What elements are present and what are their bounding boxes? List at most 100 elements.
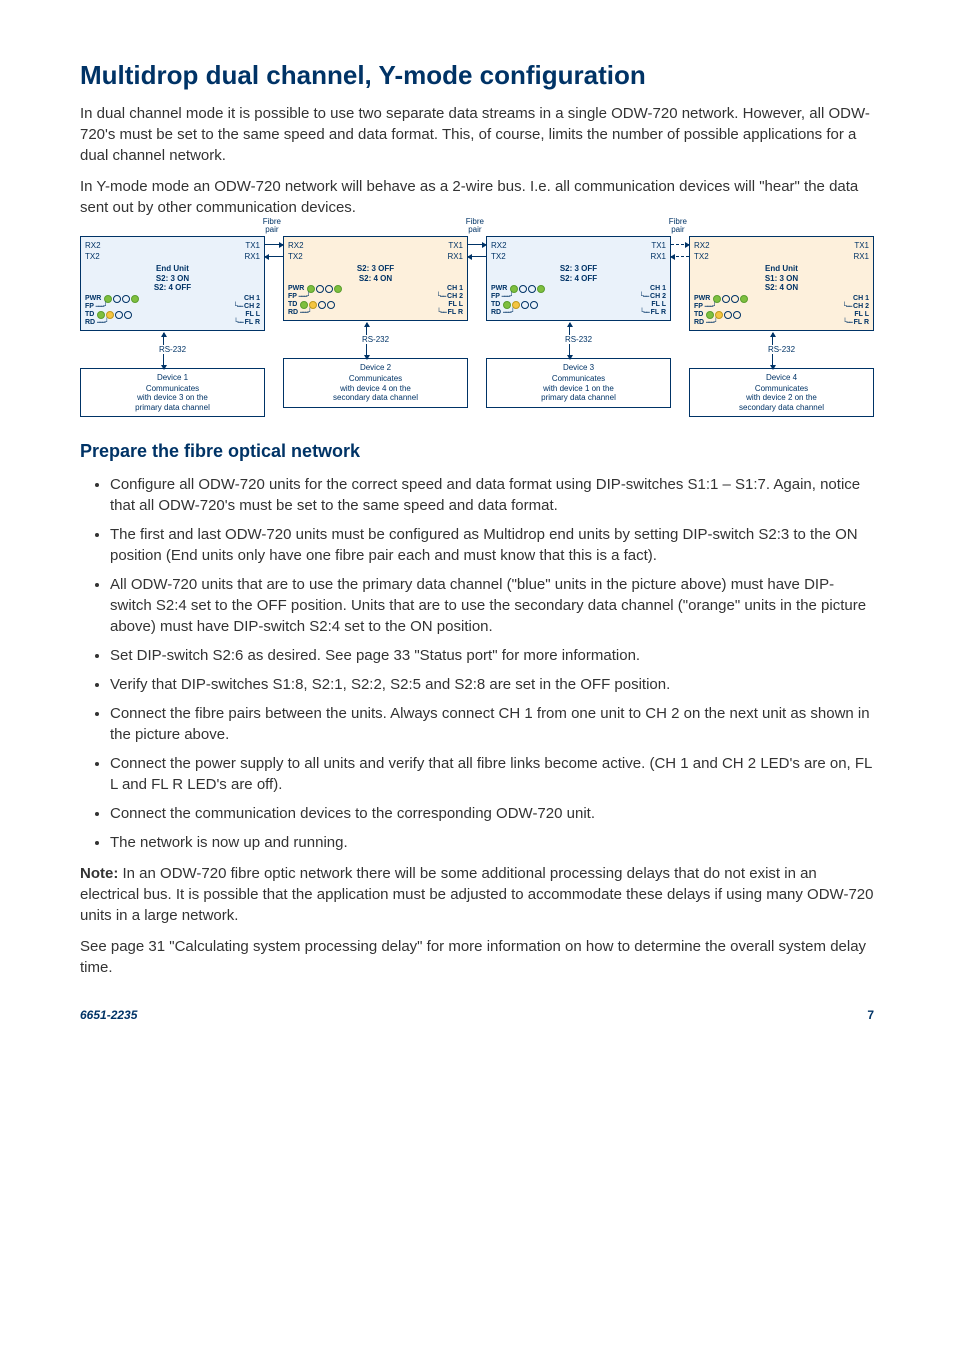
instruction-item: Connect the fibre pairs between the unit… <box>110 703 874 745</box>
led-indicator-icon <box>519 285 527 293</box>
led-indicator-icon <box>510 285 518 293</box>
page-title: Multidrop dual channel, Y-mode configura… <box>80 60 874 91</box>
device-desc-line: primary data channel <box>490 393 667 403</box>
led-row: RD ⎯⎯⎯┘ └⎯⎯ FL R <box>85 319 260 327</box>
port-label: RX1 <box>447 252 463 261</box>
led-label: PWR <box>694 295 710 303</box>
instruction-item: The first and last ODW-720 units must be… <box>110 524 874 566</box>
device-box: Device 3Communicateswith device 1 on the… <box>486 358 671 407</box>
led-label: └⎯⎯ CH 2 <box>233 303 260 311</box>
led-label: └⎯⎯ FL R <box>843 319 869 327</box>
dip-config: S2: 3 OFFS2: 4 OFF <box>491 264 666 283</box>
port-label: RX1 <box>244 252 260 261</box>
led-row: PWRCH 1 <box>85 295 260 303</box>
led-indicator-icon <box>124 311 132 319</box>
rs232-label: RS-232 <box>156 345 189 354</box>
led-row: PWR CH 1 <box>694 295 869 303</box>
led-row: RD ⎯⎯⎯┘└⎯⎯ FL R <box>491 309 666 317</box>
diagram-column: Fibre pairRX2TX1TX2RX1End UnitS2: 3 ONS2… <box>80 236 265 417</box>
led-row: RD ⎯⎯⎯┘└⎯⎯ FL R <box>694 319 869 327</box>
page-footer: 6651-2235 7 <box>80 1008 874 1022</box>
port-row: TX2 RX1 <box>694 251 869 262</box>
led-row: TD FL L <box>85 311 260 319</box>
led-label: └⎯⎯ CH 2 <box>436 293 463 301</box>
instruction-item: Verify that DIP-switches S1:8, S2:1, S2:… <box>110 674 874 695</box>
fibre-pair-label: Fibre pair <box>669 218 687 234</box>
fibre-link-arrow <box>468 256 486 257</box>
port-label: RX1 <box>650 252 666 261</box>
note-label: Note: <box>80 865 118 882</box>
diagram-column: Fibre pairRX2TX1TX2RX1S2: 3 OFFS2: 4 OFF… <box>486 236 671 417</box>
intro-paragraph-1: In dual channel mode it is possible to u… <box>80 103 874 166</box>
led-indicator-icon <box>706 311 714 319</box>
device-title: Device 2 <box>287 363 464 373</box>
led-indicator-icon <box>106 311 114 319</box>
port-row: RX2TX1 <box>288 240 463 251</box>
led-label: └⎯⎯ CH 2 <box>639 293 666 301</box>
fibre-pair-label: Fibre pair <box>466 218 484 234</box>
rs232-link: RS-232 <box>283 335 468 344</box>
led-indicator-icon <box>715 311 723 319</box>
device-desc-line: secondary data channel <box>287 393 464 403</box>
led-indicator-icon <box>724 311 732 319</box>
port-label: TX1 <box>448 241 463 250</box>
led-row: FP ⎯⎯⎯┘ └⎯⎯ CH 2 <box>288 293 463 301</box>
led-label: FL L <box>245 311 260 319</box>
led-indicator-icon <box>104 295 112 303</box>
port-label: TX2 <box>694 252 709 261</box>
port-row: TX2RX1 <box>288 251 463 262</box>
led-row: FP ⎯⎯⎯┘└⎯⎯ CH 2 <box>694 303 869 311</box>
led-panel: PWRCH 1FP ⎯⎯⎯┘└⎯⎯ CH 2TDFL LRD ⎯⎯⎯┘└⎯⎯ F… <box>288 285 463 317</box>
led-label: TD <box>85 311 94 319</box>
led-label: CH 1 <box>853 295 869 303</box>
port-label: RX2 <box>491 241 507 250</box>
led-indicator-icon <box>325 285 333 293</box>
port-label: TX1 <box>651 241 666 250</box>
led-label: FL L <box>854 311 869 319</box>
led-label: CH 1 <box>244 295 260 303</box>
fibre-link-arrow <box>468 244 486 245</box>
dip-config: S2: 3 OFFS2: 4 ON <box>288 264 463 283</box>
section-heading: Prepare the fibre optical network <box>80 441 874 462</box>
led-indicator-icon <box>307 285 315 293</box>
led-indicator-icon <box>722 295 730 303</box>
led-label: TD <box>694 311 703 319</box>
device-title: Device 3 <box>490 363 667 373</box>
led-label: RD ⎯⎯⎯┘ <box>85 319 109 327</box>
closing-paragraph: See page 31 "Calculating system processi… <box>80 936 874 978</box>
led-label: FP ⎯⎯⎯┘ <box>694 303 716 311</box>
port-row: RX2 TX1 <box>85 240 260 251</box>
led-indicator-icon <box>537 285 545 293</box>
footer-doc-number: 6651-2235 <box>80 1008 137 1022</box>
led-indicator-icon <box>327 301 335 309</box>
rs232-link: RS-232 <box>486 335 671 344</box>
fibre-link-arrow <box>671 244 689 245</box>
device-desc-line: Communicates <box>693 384 870 394</box>
port-row: RX2TX1 <box>694 240 869 251</box>
fibre-link-arrow <box>265 256 283 257</box>
led-indicator-icon <box>528 285 536 293</box>
led-label: └⎯⎯ FL R <box>437 309 463 317</box>
led-label: FP ⎯⎯⎯┘ <box>288 293 310 301</box>
port-label: RX2 <box>85 241 101 250</box>
device-desc-line: Communicates <box>84 384 261 394</box>
instruction-item: All ODW-720 units that are to use the pr… <box>110 574 874 637</box>
device-desc-line: secondary data channel <box>693 403 870 413</box>
dip-config: End UnitS1: 3 ONS2: 4 ON <box>694 264 869 293</box>
rs232-label: RS-232 <box>562 335 595 344</box>
led-row: TD FL L <box>694 311 869 319</box>
led-indicator-icon <box>530 301 538 309</box>
port-label: TX1 <box>245 241 260 250</box>
port-label: RX1 <box>853 252 869 261</box>
led-label: RD ⎯⎯⎯┘ <box>288 309 312 317</box>
odw-unit: RX2TX1TX2 RX1 End UnitS1: 3 ONS2: 4 ON PWR C… <box>689 236 874 331</box>
led-row: FP ⎯⎯⎯┘└⎯⎯ CH 2 <box>491 293 666 301</box>
led-indicator-icon <box>97 311 105 319</box>
odw-unit: RX2TX1TX2RX1S2: 3 OFFS2: 4 ONPWRCH 1FP ⎯… <box>283 236 468 321</box>
port-row: TX2 RX1 <box>491 251 666 262</box>
led-label: └⎯⎯ FL R <box>234 319 260 327</box>
intro-paragraph-2: In Y-mode mode an ODW-720 network will b… <box>80 176 874 218</box>
rs232-label: RS-232 <box>765 345 798 354</box>
device-desc-line: with device 3 on the <box>84 393 261 403</box>
port-label: TX2 <box>491 252 506 261</box>
